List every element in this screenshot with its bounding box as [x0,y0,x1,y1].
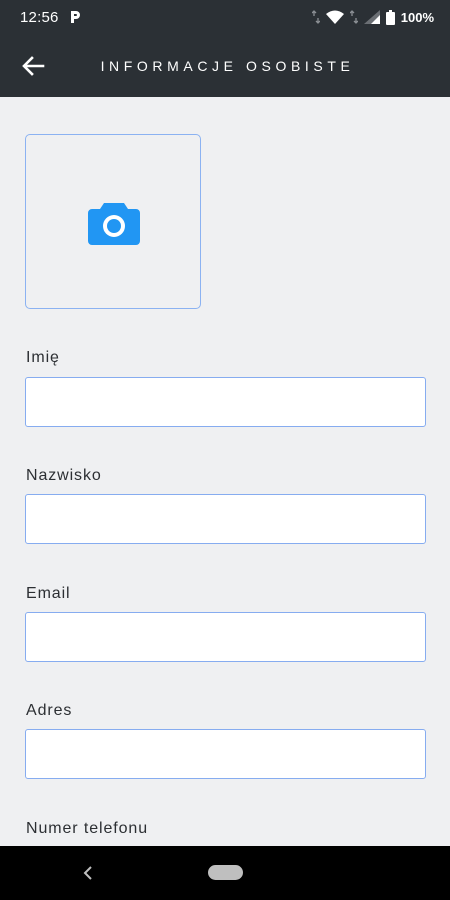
data-arrows-icon [349,10,358,24]
first-name-label: Imię [26,349,60,366]
battery-icon [385,9,395,25]
page-title: INFORMACJE OSOBISTE [100,57,355,74]
last-name-label: Nazwisko [26,467,102,484]
email-input[interactable] [25,612,426,662]
system-nav-bar [0,846,450,900]
first-name-input[interactable] [25,377,426,427]
last-name-input[interactable] [25,494,426,544]
address-input[interactable] [25,729,426,779]
wifi-icon [325,10,344,24]
nav-home-pill[interactable] [208,865,243,880]
camera-icon [88,201,140,245]
status-time: 12:56 [20,8,59,26]
data-arrows-icon [311,10,320,24]
arrow-back-icon[interactable] [20,53,46,79]
address-label: Adres [26,702,73,719]
personal-info-form: Imię Nazwisko Email Adres Numer telefonu [0,97,450,846]
battery-percent: 100% [400,9,434,25]
photo-picker[interactable] [25,134,201,309]
nav-back-icon[interactable] [78,863,98,883]
phone-label: Numer telefonu [26,820,148,837]
status-bar: 12:56 100% [0,0,450,34]
app-bar: INFORMACJE OSOBISTE [0,34,450,97]
email-label: Email [26,585,71,602]
status-icons: 100% [311,9,434,25]
parking-p-icon [67,9,83,25]
signal-icon [363,10,380,24]
